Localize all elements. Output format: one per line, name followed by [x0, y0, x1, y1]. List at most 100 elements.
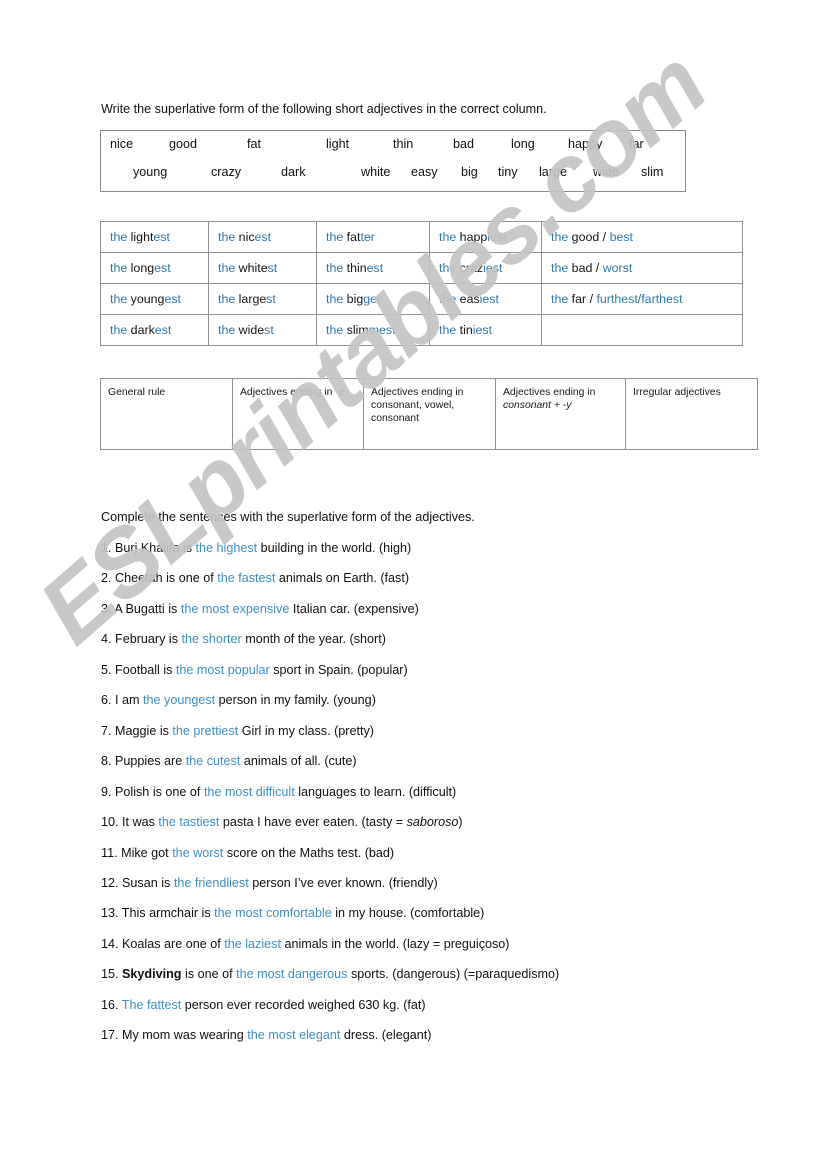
- rule-text: Adjectives ending in consonant, vowel, c…: [371, 387, 464, 424]
- answer-stem: craz: [459, 261, 484, 275]
- word-bank-item: light: [326, 137, 350, 151]
- sentence-text-before: Burj Khalifa is: [115, 541, 196, 555]
- sentence-answer: the most dangerous: [236, 967, 348, 981]
- sentence-number: 10.: [101, 815, 123, 829]
- answer-suffix: est: [164, 292, 181, 306]
- sentence-answer: the laziest: [224, 937, 281, 951]
- answer-suffix: iest: [479, 292, 499, 306]
- word-bank-item: crazy: [211, 165, 242, 179]
- answer-stem: light: [130, 230, 154, 244]
- sentence-text-before: Polish is one of: [115, 785, 204, 799]
- sentence-number: 6.: [101, 693, 116, 707]
- word-bank-item: long: [511, 137, 535, 151]
- sentence-text-before: My mom was wearing: [122, 1028, 248, 1042]
- answers-table-row: the longest the whitest the thinest the cra…: [100, 252, 743, 284]
- sentence-text-before: This armchair is: [121, 906, 215, 920]
- sentence-item: 13. This armchair is the most comfortabl…: [101, 906, 484, 921]
- sentence-text-after: animals in the world. (lazy = preguiçoso…: [280, 937, 510, 951]
- sentence-number: 3.: [101, 602, 115, 616]
- rule-text: Adjectives ending in: [503, 387, 596, 398]
- sentence-item: 14. Koalas are one of the laziest animal…: [101, 937, 510, 952]
- answers-cell: the longest: [100, 252, 209, 284]
- answer-suffix: est: [254, 230, 272, 244]
- sentence-text-after-2: ): [458, 815, 463, 829]
- answers-table-row: the lightest the nicest the fatter the happ…: [100, 221, 743, 253]
- word-bank-item: good: [169, 137, 198, 151]
- answer-article: the: [439, 323, 460, 337]
- sentence-item: 7. Maggie is the prettiest Girl in my cl…: [101, 724, 374, 739]
- answers-cell: the fatter: [316, 221, 430, 253]
- answer-article: the: [110, 230, 131, 244]
- rules-table-body: General rule Adjectives ending in -e Adjec…: [100, 378, 758, 450]
- rule-text: Irregular adjectives: [633, 387, 721, 398]
- sentence-item: 11. Mike got the worst score on the Math…: [101, 846, 394, 861]
- answer-suffix: iest: [487, 230, 507, 244]
- answer-suffix: ger: [363, 292, 382, 306]
- sentence-text-after: animals of all. (cute): [240, 754, 357, 768]
- answers-cell: the easiest: [429, 283, 542, 315]
- sentence-item: 1. Burj Khalifa is the highest building …: [101, 541, 411, 556]
- worksheet-page: Write the superlative form of the follow…: [0, 0, 821, 1161]
- sentence-answer: the fastest: [217, 571, 276, 585]
- sentence-text-after: in my house. (comfortable): [331, 906, 485, 920]
- sentence-text-before: It was: [122, 815, 159, 829]
- answer-stem: slim: [346, 323, 369, 337]
- answer-stem: far /: [571, 292, 597, 306]
- sentence-text-after: dress. (elegant): [340, 1028, 432, 1042]
- word-bank-item: far: [629, 137, 644, 151]
- rule-column-header: Adjectives ending in consonant, vowel, c…: [363, 378, 496, 450]
- sentence-text-after: person ever recorded weighed 630 kg. (fa…: [181, 998, 426, 1012]
- answer-article: the: [326, 261, 347, 275]
- sentence-number: 15.: [101, 967, 123, 981]
- sentence-text-after: animals on Earth. (fast): [275, 571, 410, 585]
- answer-article: the: [551, 261, 572, 275]
- answers-cell: the lightest: [100, 221, 209, 253]
- word-bank-row-1: nice good fat light thin bad long happy far: [101, 137, 685, 159]
- sentence-number: 14.: [101, 937, 123, 951]
- sentence-number: 11.: [101, 846, 122, 860]
- answer-suffix: worst: [602, 261, 633, 275]
- sentence-item: 12. Susan is the friendliest person I’ve…: [101, 876, 438, 891]
- answer-article: the: [551, 230, 572, 244]
- answers-cell: the bigger: [316, 283, 430, 315]
- sentence-item: 3. A Bugatti is the most expensive Itali…: [101, 602, 419, 617]
- sentence-item: 4. February is the shorter month of the …: [101, 632, 386, 647]
- sentence-item: 9. Polish is one of the most difficult l…: [101, 785, 456, 800]
- sentence-item: 2. Cheetah is one of the fastest animals…: [101, 571, 409, 586]
- answer-suffix: est: [154, 261, 171, 275]
- answers-cell: the craziest: [429, 252, 542, 284]
- answer-suffix: mest: [368, 323, 396, 337]
- rule-column-header: Adjectives ending in -e: [232, 378, 364, 450]
- answer-article: the: [439, 261, 460, 275]
- sentence-text-after: sports. (dangerous) (=paraquedismo): [347, 967, 560, 981]
- word-bank-row-2: young crazy dark white easy big tiny large wide s…: [101, 165, 685, 187]
- sentence-answer: the most expensive: [180, 602, 290, 616]
- word-bank-item: thin: [393, 137, 414, 151]
- answers-cell: the happiest: [429, 221, 542, 253]
- answer-suffix: st: [264, 323, 274, 337]
- sentence-number: 8.: [101, 754, 116, 768]
- sentence-text-before: A Bugatti is: [114, 602, 181, 616]
- answers-cell: the nicest: [208, 221, 317, 253]
- answer-article: the: [110, 261, 131, 275]
- answer-stem: fat: [346, 230, 361, 244]
- sentence-text-before: Susan is: [122, 876, 174, 890]
- sentence-answer: the most popular: [175, 663, 270, 677]
- sentence-answer: the prettiest: [172, 724, 239, 738]
- answers-cell: the youngest: [100, 283, 209, 315]
- answer-suffix: st: [267, 261, 278, 275]
- answer-article: the: [110, 292, 131, 306]
- sentence-text-before: Cheetah is one of: [115, 571, 218, 585]
- answer-suffix: iest: [483, 261, 503, 275]
- spelling-rules-table: General rule Adjectives ending in -e Adjec…: [100, 378, 758, 450]
- word-bank-item: wide: [593, 165, 619, 179]
- answer-stem: eas: [459, 292, 480, 306]
- word-bank-item: bad: [453, 137, 475, 151]
- answer-suffix: est: [153, 230, 170, 244]
- rule-column-header: Irregular adjectives: [625, 378, 758, 450]
- sentence-text-after: building in the world. (high): [257, 541, 412, 555]
- answer-stem: tin: [459, 323, 473, 337]
- sentence-item: 17. My mom was wearing the most elegant …: [101, 1028, 431, 1043]
- sentence-text-after: languages to learn. (difficult): [294, 785, 457, 799]
- sentence-text-before: February is: [115, 632, 182, 646]
